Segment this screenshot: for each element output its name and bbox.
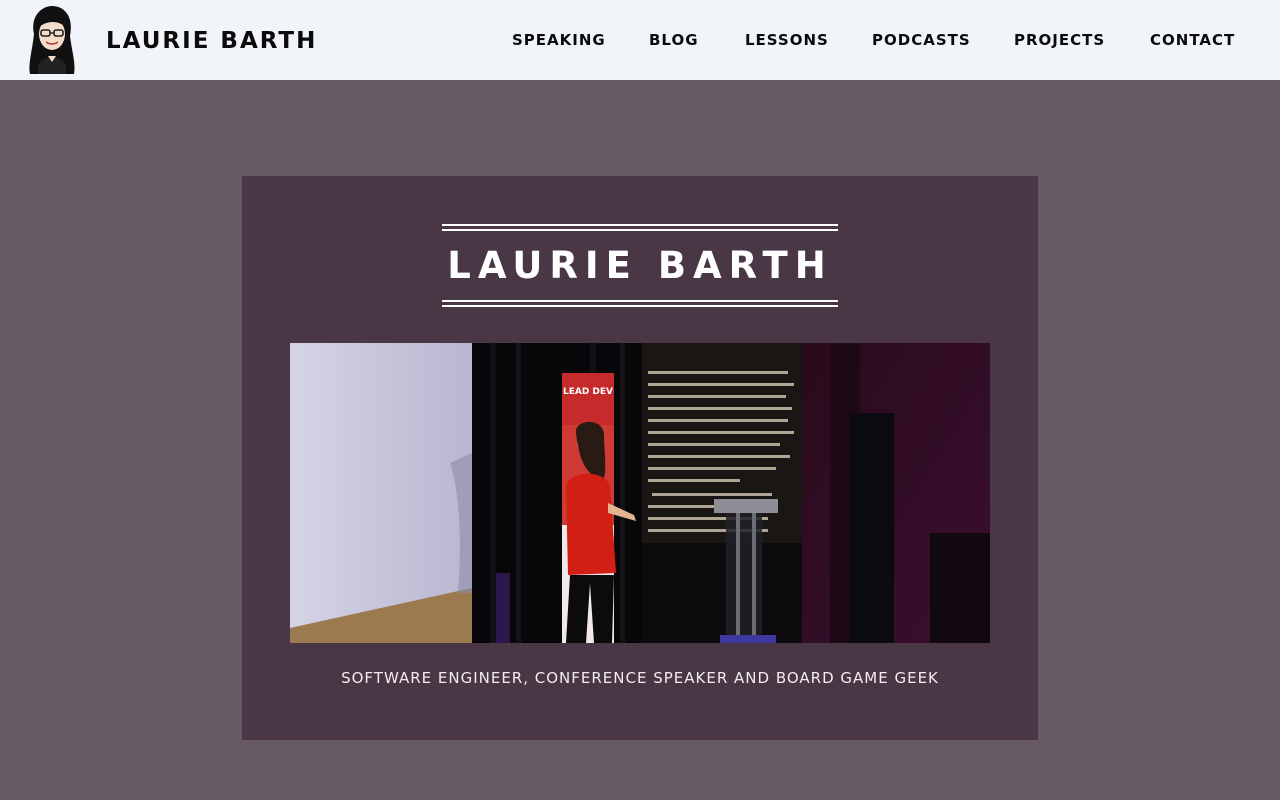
site-title-link[interactable]: LAURIE BARTH [106, 26, 317, 56]
nav-contact[interactable]: CONTACT [1150, 30, 1235, 50]
avatar[interactable] [24, 4, 80, 76]
nav-projects[interactable]: PROJECTS [1014, 30, 1105, 50]
hero-heading-frame: LAURIE BARTH [442, 224, 838, 308]
tagline: SOFTWARE ENGINEER, CONFERENCE SPEAKER AN… [341, 669, 939, 687]
hero-photo: LEAD DEV [290, 343, 990, 643]
nav-lessons[interactable]: LESSONS [745, 30, 829, 50]
nav-blog[interactable]: BLOG [649, 30, 699, 50]
divider [442, 229, 838, 231]
divider [442, 305, 838, 307]
nav-speaking[interactable]: SPEAKING [512, 30, 606, 50]
divider [442, 300, 838, 302]
site-header: LAURIE BARTH SPEAKING BLOG LESSONS PODCA… [0, 0, 1280, 80]
cartoon-portrait-icon [29, 6, 75, 74]
nav-podcasts[interactable]: PODCASTS [872, 30, 971, 50]
divider [442, 224, 838, 226]
banner-text: LEAD DEV [562, 387, 614, 397]
hero-heading: LAURIE BARTH [447, 244, 833, 287]
hero-card: LAURIE BARTH LEAD DEV SOFTWARE ENGINEER,… [242, 176, 1038, 740]
